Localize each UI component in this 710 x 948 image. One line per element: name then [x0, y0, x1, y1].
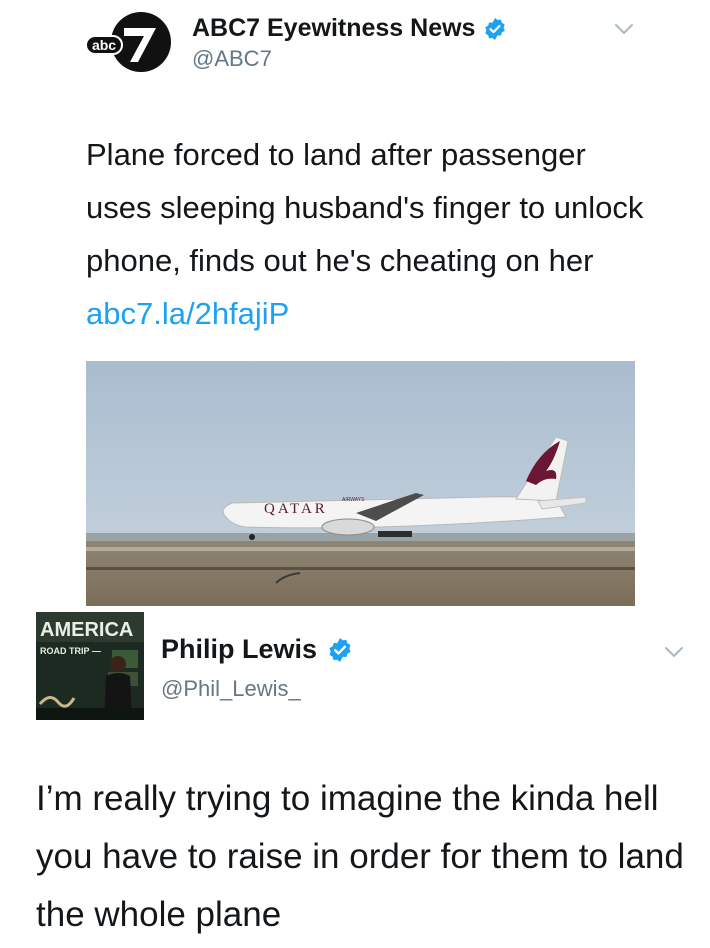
author-name-text: ABC7 Eyewitness News: [192, 14, 476, 42]
avatar-sign-sub: ROAD TRIP —: [40, 646, 101, 656]
chevron-down-icon[interactable]: [664, 645, 684, 659]
abc-logo-text: abc: [92, 37, 116, 53]
airline-livery-text: QATAR: [264, 501, 328, 517]
tweet2-author-name[interactable]: Philip Lewis: [161, 634, 353, 665]
author-name-text: Philip Lewis: [161, 634, 318, 664]
abc7-logo-avatar[interactable]: abc: [86, 10, 172, 74]
tweet2-author-handle[interactable]: @Phil_Lewis_: [161, 676, 301, 702]
avatar-sign-text: AMERICA: [40, 619, 133, 641]
verified-badge-icon: [329, 637, 351, 662]
tweet1-body: Plane forced to land after passenger use…: [86, 137, 644, 278]
phil-lewis-avatar[interactable]: AMERICA ROAD TRIP —: [36, 612, 144, 720]
verified-badge-icon: [485, 17, 506, 40]
airline-livery-small: AIRWAYS: [342, 497, 365, 503]
tweet1-author-handle[interactable]: @ABC7: [192, 46, 272, 72]
tweet1-text: Plane forced to land after passenger use…: [86, 128, 646, 340]
tweet1-photo-qatar-plane[interactable]: QATAR AIRWAYS: [86, 361, 635, 606]
tweet1-link[interactable]: abc7.la/2hfajiP: [86, 296, 289, 331]
chevron-down-icon[interactable]: [614, 22, 634, 36]
tweet1-author-name[interactable]: ABC7 Eyewitness News: [192, 14, 507, 43]
tweet2-text: I’m really trying to imagine the kinda h…: [36, 779, 684, 934]
